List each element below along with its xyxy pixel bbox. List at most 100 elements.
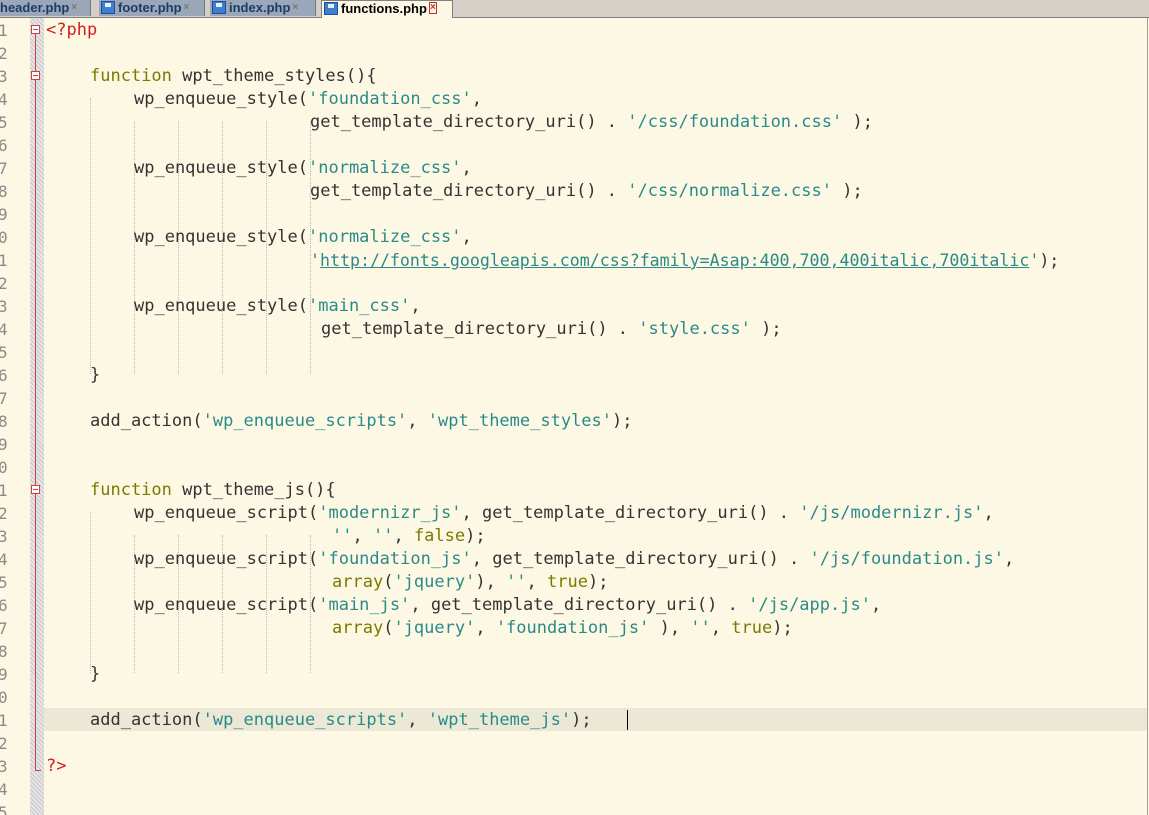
tab-index-php[interactable]: index.php × [210,0,316,16]
keyword: array [332,618,384,638]
string: ' [310,251,320,270]
line-number: 4 [0,90,8,109]
code-line-31: add_action('wp_enqueue_scripts', 'wpt_th… [90,709,592,732]
close-icon[interactable]: × [184,0,190,15]
code-text: ); [571,710,592,730]
code-text: wp_enqueue_script( [134,595,319,615]
string: 'wp_enqueue_scripts' [202,710,408,730]
code-text: wp_enqueue_style( [134,89,308,109]
save-file-icon [101,1,115,14]
line-number: 5 [0,573,8,592]
code-text: ); [465,526,486,546]
tab-functions-php[interactable]: functions.php × [321,0,453,18]
url-link[interactable]: http://fonts.googleapis.com/css?family=A… [320,251,1029,270]
code-text: wpt_theme_styles(){ [171,66,377,86]
code-text: ); [772,618,793,638]
close-icon[interactable]: × [428,2,437,14]
line-number: 0 [0,228,8,247]
keyword: function [90,480,172,500]
line-number: 7 [0,389,8,408]
code-text: , [526,572,548,592]
code-text: ); [587,572,609,592]
fold-margin[interactable] [30,18,44,815]
code-text: } [90,664,101,684]
line-number: 2 [0,44,8,63]
close-icon[interactable]: × [292,0,298,15]
code-text: , [461,227,472,247]
string: '/js/modernizr.js' [799,503,984,523]
code-text: wpt_theme_js(){ [171,480,336,500]
line-number: 3 [0,67,8,86]
string: 'foundation_css' [308,89,472,109]
tab-bar: header.php × footer.php × index.php × funct… [0,0,1149,18]
code-line-26: wp_enqueue_script('main_js', get_templat… [134,594,881,617]
keyword: array [332,572,384,592]
code-text: , get_template_directory_uri() . [461,503,800,523]
code-text: , get_template_directory_uri() . [410,595,749,615]
line-number: 5 [0,343,8,362]
fold-toggle-icon[interactable] [31,485,40,494]
save-file-icon [212,1,226,14]
code-text: ); [750,319,782,339]
code-text: wp_enqueue_script( [134,503,319,523]
string: '' [690,618,711,638]
line-number: 2 [0,734,8,753]
code-line-1: <?php [46,19,97,42]
code-line-23: '', '', false); [332,525,486,548]
tab-footer-php[interactable]: footer.php × [99,0,205,16]
line-number: 5 [0,803,8,815]
line-number: 1 [0,711,8,730]
code-text: , [710,618,732,638]
fold-toggle-icon[interactable] [31,25,40,34]
tab-header-php[interactable]: header.php × [0,0,91,16]
keyword: function [90,66,172,86]
code-line-33: ?> [46,755,66,778]
line-number: 2 [0,504,8,523]
code-editor[interactable]: <?php function wpt_theme_styles(){ wp_en… [44,18,1148,815]
string: 'main_js' [318,595,411,615]
code-line-5: get_template_directory_uri() . '/css/fou… [310,111,873,134]
code-text: , [475,618,496,638]
code-text: , [407,411,428,431]
string: 'jquery' [393,572,476,592]
code-line-3: function wpt_theme_styles(){ [90,65,377,88]
line-number: 0 [0,458,8,477]
code-text: ( [383,618,394,638]
line-number: 8 [0,182,8,201]
code-line-4: wp_enqueue_style('foundation_css', [134,88,482,111]
string: 'main_css' [308,296,411,316]
line-number: 8 [0,412,8,431]
string: ' [1029,251,1040,270]
close-icon[interactable]: × [71,0,77,15]
line-number: 3 [0,527,8,546]
indent-guide [90,512,91,673]
keyword: false [413,526,466,546]
string: '/js/app.js' [748,595,871,615]
line-number: 6 [0,366,8,385]
keyword: true [547,572,588,592]
line-number: 7 [0,619,8,638]
line-number: 3 [0,757,8,776]
code-text: ); [831,181,863,201]
line-number: 0 [0,688,8,707]
code-line-18: add_action('wp_enqueue_scripts', 'wpt_th… [90,410,633,433]
code-text: ); [842,112,873,132]
code-text: add_action( [90,710,203,730]
string: 'normalize_css' [308,158,462,178]
code-text: ); [612,411,633,431]
code-text: wp_enqueue_style( [134,227,308,247]
code-text: , get_template_directory_uri() . [471,549,810,569]
fold-toggle-icon[interactable] [31,71,40,80]
line-number: 7 [0,159,8,178]
string: 'wpt_theme_styles' [427,411,613,431]
php-close-tag: ?> [46,756,67,776]
string: '' [372,526,394,546]
code-text: } [90,365,101,385]
line-number: 4 [0,550,8,569]
code-line-25: array('jquery'), '', true); [332,571,608,594]
string: 'style.css' [638,319,751,339]
code-line-11: 'http://fonts.googleapis.com/css?family=… [310,249,1059,272]
fold-end-marker [35,770,41,771]
tab-label: index.php [229,0,291,15]
code-text: , [983,503,994,523]
